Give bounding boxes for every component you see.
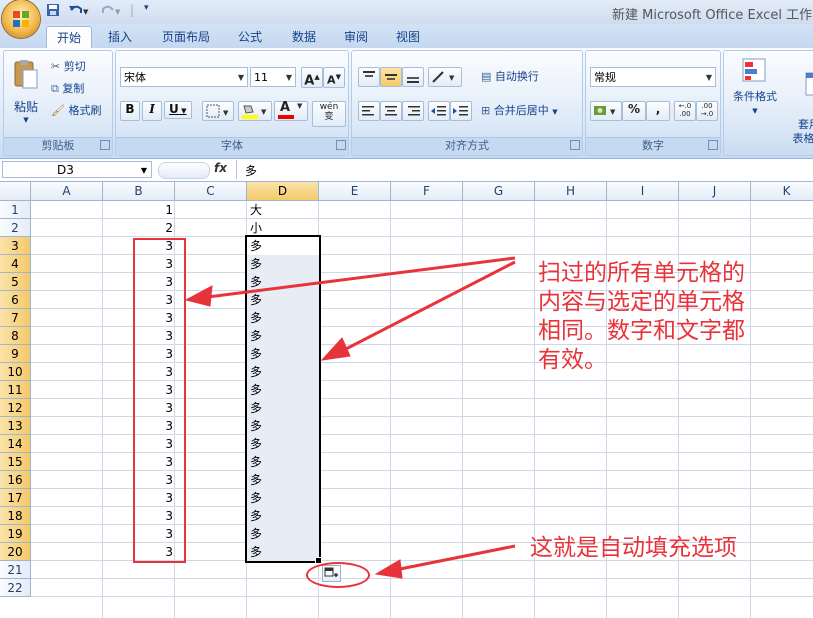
annotation-line: 内容与选定的单元格 [538,289,745,315]
office-logo-icon [13,11,29,27]
office-button[interactable] [2,0,40,38]
annotation-line: 有效。 [538,347,607,373]
annotation-text-main: 扫过的所有单元格的 内容与选定的单元格 相同。数字和文字都 有效。 [538,259,745,375]
annotation-line: 扫过的所有单元格的 [538,260,745,286]
annotation-text-autofill: 这就是自动填充选项 [530,535,737,561]
annotation-line: 相同。数字和文字都 [538,318,745,344]
annotation-arrow [184,256,516,579]
